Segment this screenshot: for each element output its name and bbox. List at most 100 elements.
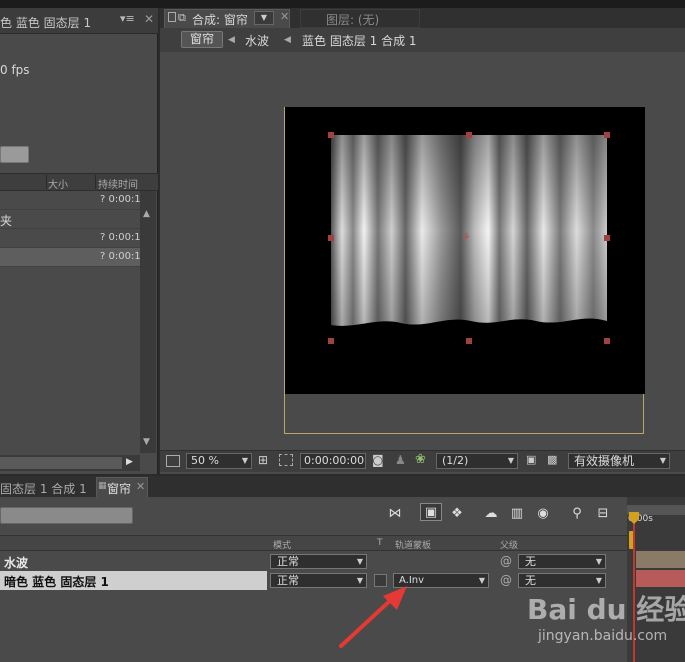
scroll-up-icon[interactable]: ▲ (143, 209, 150, 219)
window-top-strip (0, 0, 685, 8)
chevron-down-icon: ▼ (595, 557, 602, 566)
column-duration[interactable]: 持续时间 (98, 176, 138, 191)
show-snapshot-icon[interactable]: ♟ (395, 453, 406, 467)
transform-handle[interactable] (328, 132, 334, 138)
list-item[interactable]: 夹 (0, 210, 140, 229)
frame-blending-icon[interactable]: ▥ (506, 505, 528, 523)
transform-handle[interactable] (328, 338, 334, 344)
baidu-watermark-logo: Bai du 经验 (527, 593, 685, 626)
region-of-interest-icon[interactable]: ▣ (526, 453, 536, 466)
breadcrumb-item-ripple[interactable]: 水波 (245, 32, 269, 49)
project-button[interactable] (0, 146, 29, 163)
column-divider (95, 175, 96, 189)
transform-handle[interactable] (328, 235, 334, 241)
chevron-left-icon: ◀ (284, 35, 291, 45)
graph-editor-icon[interactable]: ⊟ (592, 505, 614, 523)
hide-shy-layers-icon[interactable]: ☁ (480, 505, 502, 523)
scroll-right-icon[interactable]: ▶ (126, 457, 133, 467)
baidu-watermark-url: jingyan.baidu.com (538, 628, 668, 644)
transform-handle[interactable] (466, 338, 472, 344)
chevron-left-icon: ◀ (228, 35, 235, 45)
scrollbar-thumb[interactable] (0, 457, 122, 469)
current-time-field[interactable]: 0:00:00:00 (300, 453, 366, 469)
layer-name[interactable]: 暗色 蓝色 固态层 1 (4, 573, 109, 590)
layer-tab-label: 图层: (无) (326, 13, 380, 27)
fps-info: 0 fps (0, 63, 30, 77)
column-track-matte[interactable]: 轨道蒙板 (395, 538, 431, 551)
column-divider (46, 175, 47, 189)
scroll-down-icon[interactable]: ▼ (143, 437, 150, 447)
transform-handle[interactable] (604, 338, 610, 344)
breadcrumb-item-curtain[interactable]: 窗帘 (181, 31, 223, 48)
anchor-point-icon[interactable]: ⌖ (462, 229, 470, 245)
list-item-name: 夹 (0, 214, 13, 228)
preview-icon[interactable] (166, 455, 180, 467)
pick-whip-icon[interactable]: @ (500, 573, 512, 587)
mask-visibility-icon[interactable] (279, 454, 293, 466)
panel-menu-icon[interactable]: ▾≡ (120, 12, 142, 28)
layer-duration-bar[interactable] (636, 551, 685, 568)
layer-row-selected[interactable]: 暗色 蓝色 固态层 1 (0, 571, 267, 590)
list-item-selected[interactable]: ? 0:00:1 (0, 248, 141, 267)
chevron-down-icon: ▼ (507, 456, 514, 465)
transform-handle[interactable] (604, 132, 610, 138)
parent-value: 无 (525, 574, 536, 587)
comp-viewer-icon: ⧉ (178, 11, 186, 24)
resolution-value: (1/2) (442, 454, 469, 467)
chevron-down-icon: ▼ (241, 456, 248, 465)
chevron-down-icon: ▼ (659, 456, 666, 465)
list-item-duration: ? 0:00:1 (100, 194, 141, 205)
parent-value: 无 (525, 555, 536, 568)
list-item[interactable]: ? 0:00:1 (0, 229, 141, 248)
column-parent[interactable]: 父级 (500, 538, 518, 551)
column-size[interactable]: 大小 (48, 176, 68, 191)
composition-tab-label: 合成: 窗帘 (192, 13, 248, 27)
snapshot-icon[interactable]: ◙ (372, 453, 384, 467)
tab-solid-comp[interactable]: 固态层 1 合成 1 (0, 480, 87, 497)
lock-icon[interactable] (168, 12, 176, 22)
breadcrumb-item-solid-comp[interactable]: 蓝色 固态层 1 合成 1 (302, 32, 417, 49)
layer-mode-dropdown[interactable]: 正常 ▼ (270, 554, 367, 569)
transparency-grid-icon[interactable]: ▩ (547, 453, 557, 466)
zoom-dropdown[interactable]: 50 % ▼ (186, 453, 252, 469)
close-icon[interactable]: ✕ (144, 12, 154, 26)
close-icon[interactable]: ✕ (280, 10, 289, 23)
live-update-icon[interactable]: ❖ (446, 505, 468, 523)
layer-duration-bar[interactable] (636, 570, 685, 587)
chevron-down-icon: ▼ (356, 557, 363, 566)
mode-value: 正常 (277, 555, 299, 568)
layer-name[interactable]: 水波 (4, 554, 28, 571)
pick-whip-icon[interactable]: @ (500, 554, 512, 568)
layer-parent-dropdown[interactable]: 无 ▼ (518, 554, 606, 569)
camera-value: 有效摄像机 (574, 454, 635, 468)
mode-value: 正常 (277, 574, 299, 587)
resolution-dropdown[interactable]: (1/2) ▼ (436, 453, 518, 469)
column-mode[interactable]: 模式 (273, 538, 291, 551)
safe-margins-icon[interactable]: ⊞ (258, 453, 268, 467)
annotation-arrow-icon (339, 586, 407, 648)
composition-dropdown[interactable]: ▼ (254, 11, 274, 25)
draft-3d-icon[interactable]: ⋈ (384, 505, 406, 523)
breadcrumb (160, 28, 685, 52)
close-icon[interactable]: ✕ (136, 480, 145, 493)
layer-parent-dropdown[interactable]: 无 ▼ (518, 573, 606, 588)
project-tab-label: 色 蓝色 固态层 1 (0, 16, 92, 30)
list-item-duration: ? 0:00:1 (100, 251, 141, 262)
brainstorm-icon[interactable]: ⚲ (566, 505, 588, 523)
comp-mini-flowchart-icon[interactable]: ▣ (420, 503, 442, 521)
zoom-value: 50 % (191, 454, 219, 467)
timeline-column-header (0, 535, 627, 551)
project-vertical-scrollbar[interactable]: ▲ ▼ (140, 191, 156, 453)
transform-handle[interactable] (604, 235, 610, 241)
list-item-duration: ? 0:00:1 (100, 232, 141, 243)
chevron-down-icon: ▼ (595, 576, 602, 585)
timeline-search-input[interactable] (0, 507, 133, 524)
chevron-down-icon: ▼ (478, 576, 485, 585)
list-item[interactable]: ? 0:00:1 (0, 191, 141, 210)
column-t[interactable]: T (377, 538, 383, 548)
camera-dropdown[interactable]: 有效摄像机 ▼ (568, 453, 670, 469)
transform-handle[interactable] (466, 132, 472, 138)
tab-curtain-label: 窗帘 (107, 482, 132, 496)
motion-blur-icon[interactable]: ◉ (532, 505, 554, 523)
channel-icon[interactable]: ❀ (415, 452, 426, 467)
